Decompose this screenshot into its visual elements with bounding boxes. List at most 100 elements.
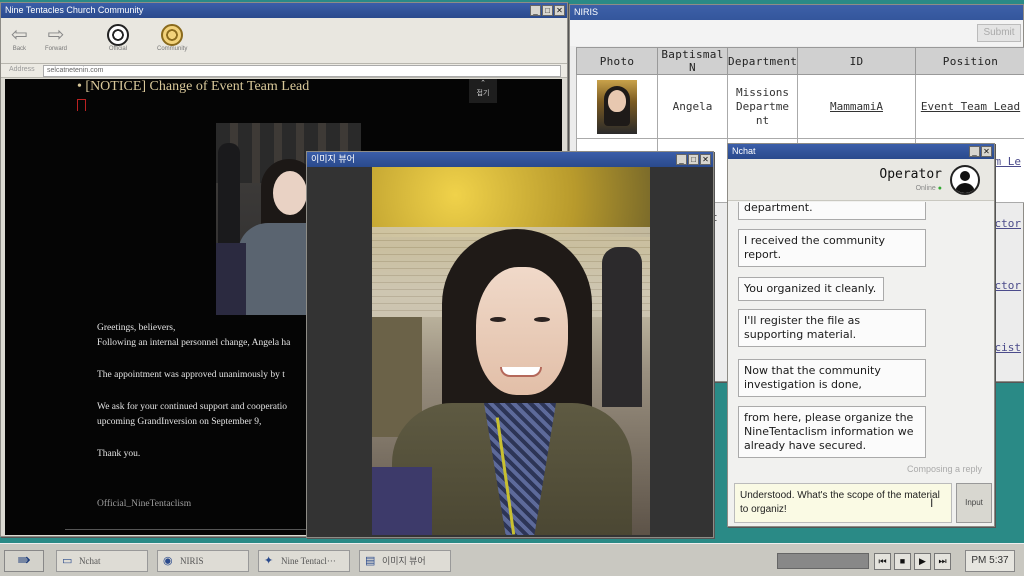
notice-title[interactable]: • [NOTICE] Change of Event Team Lead — [77, 79, 309, 95]
start-tentacle-icon: ⇛ — [17, 552, 31, 569]
browser-toolbar: ⇦ Back ⇨ Forward Official Community — [1, 18, 567, 64]
operator-status-text: Online — [915, 185, 936, 192]
body-line-5: upcoming GrandInversion on September 9, — [97, 417, 262, 427]
minimize-icon[interactable]: _ — [676, 154, 687, 165]
task-label: NIRIS — [180, 556, 204, 566]
community-label: Community — [157, 46, 188, 52]
close-icon[interactable]: ✕ — [554, 5, 565, 16]
member-thumbnail[interactable] — [597, 79, 637, 134]
chat-message: You organized it cleanly. — [738, 277, 884, 301]
globe-icon: ✦ — [264, 555, 274, 567]
submit-button[interactable]: Submit — [977, 24, 1021, 42]
operator-avatar[interactable] — [950, 165, 980, 195]
community-button[interactable]: Community — [157, 24, 187, 52]
community-seal-icon — [161, 24, 184, 46]
niris-toolbar: Submit — [570, 20, 1023, 46]
portrait-photo — [372, 167, 650, 535]
chat-message: I'll register the file as supporting mat… — [738, 309, 926, 347]
col-department[interactable]: Department — [727, 47, 798, 75]
nchat-window[interactable]: Nchat _ ✕ Operator Online ● department. … — [727, 143, 995, 527]
body-line-4: We ask for your continued support and co… — [97, 402, 287, 412]
image-viewer-window[interactable]: 이미지 뷰어 _ □ ✕ — [306, 151, 714, 538]
chat-message: from here, please organize the NineTenta… — [738, 406, 926, 458]
stop-icon[interactable]: ■ — [894, 553, 911, 570]
photo-cell — [576, 74, 658, 139]
chat-message: Now that the community investigation is … — [738, 359, 926, 397]
online-dot-icon: ● — [937, 185, 942, 192]
body-line-3: The appointment was approved unanimously… — [97, 370, 285, 380]
chat-history[interactable]: department. I received the community rep… — [728, 202, 994, 477]
address-input[interactable]: selcatnetenin.com — [43, 65, 561, 77]
task-browser[interactable]: ✦ Nine Tentacl··· — [258, 550, 350, 572]
chevron-up-icon: ⌃ — [480, 80, 486, 87]
minimize-icon[interactable]: _ — [530, 5, 541, 16]
next-icon[interactable]: ⏭ — [934, 553, 951, 570]
notice-title-text: [NOTICE] Change of Event Team Lead — [85, 79, 310, 94]
body-line-6: Thank you. — [97, 449, 141, 459]
fold-label: 접기 — [476, 90, 490, 97]
task-label: Nine Tentacl··· — [281, 556, 336, 566]
window-icon: ▭ — [62, 555, 73, 567]
taskbar-clock: PM 5:37 — [965, 550, 1015, 572]
bookmark-icon[interactable] — [77, 99, 86, 111]
maximize-icon[interactable]: □ — [542, 5, 553, 16]
address-label: Address — [9, 66, 35, 73]
nchat-titlebar[interactable]: Nchat _ ✕ — [728, 144, 994, 159]
previous-icon[interactable]: ⏮ — [874, 553, 891, 570]
chat-header: Operator Online ● — [728, 159, 994, 201]
image-icon: ▤ — [365, 555, 376, 567]
composing-indicator: Composing a reply — [906, 464, 982, 474]
forward-button[interactable]: ⇨ Forward — [45, 24, 67, 52]
col-position[interactable]: Position — [915, 47, 1024, 75]
task-label: 이미지 뷰어 — [382, 556, 426, 566]
col-baptismal-name[interactable]: Baptismal N — [657, 47, 728, 75]
close-icon[interactable]: ✕ — [981, 146, 992, 157]
back-button[interactable]: ⇦ Back — [11, 24, 28, 52]
reply-draft-text: Understood. What's the scope of the mate… — [740, 490, 940, 515]
browser-title: Nine Tentacles Church Community — [5, 5, 144, 15]
id-link[interactable]: MammamiA — [797, 74, 916, 139]
forward-label: Forward — [45, 46, 68, 52]
niris-icon: ◉ — [163, 555, 173, 567]
viewer-canvas — [307, 167, 713, 537]
position-link[interactable]: Event Team Lead — [915, 74, 1024, 139]
table-row[interactable]: Angela Missions Departme nt MammamiA Eve… — [576, 74, 1024, 139]
minimize-icon[interactable]: _ — [969, 146, 980, 157]
col-id[interactable]: ID — [797, 47, 916, 75]
forward-arrow-icon: ⇨ — [47, 24, 65, 46]
task-label: Nchat — [79, 556, 101, 566]
table-header-row: Photo Baptismal N Department ID Position — [576, 47, 1024, 75]
official-label: Official — [108, 46, 128, 52]
task-niris[interactable]: ◉ NIRIS — [157, 550, 249, 572]
text-cursor-icon: I — [930, 496, 934, 510]
fold-button[interactable]: ⌃ 접기 — [469, 79, 497, 103]
back-arrow-icon: ⇦ — [11, 24, 28, 46]
chat-message: I received the community report. — [738, 229, 926, 267]
reply-input[interactable]: Understood. What's the scope of the mate… — [734, 483, 952, 523]
start-button[interactable]: ⇛ — [4, 550, 44, 572]
operator-name: Operator — [879, 167, 942, 182]
viewer-titlebar[interactable]: 이미지 뷰어 _ □ ✕ — [307, 152, 713, 167]
department-text: Missions Departme nt — [736, 85, 789, 127]
body-line-1: Greetings, believers, — [97, 323, 176, 333]
browser-titlebar[interactable]: Nine Tentacles Church Community _ □ ✕ — [1, 3, 567, 18]
department-cell: Missions Departme nt — [727, 74, 798, 139]
official-seal-icon — [107, 24, 129, 46]
body-line-2: Following an internal personnel change, … — [97, 338, 291, 348]
address-bar: Address selcatnetenin.com — [1, 64, 567, 78]
task-image-viewer[interactable]: ▤ 이미지 뷰어 — [359, 550, 451, 572]
close-icon[interactable]: ✕ — [700, 154, 711, 165]
col-photo[interactable]: Photo — [576, 47, 658, 75]
maximize-icon[interactable]: □ — [688, 154, 699, 165]
nchat-title: Nchat — [732, 146, 756, 156]
baptismal-name-cell: Angela — [657, 74, 728, 139]
niris-titlebar[interactable]: NIRIS — [570, 5, 1023, 20]
operator-status: Online ● — [916, 185, 942, 192]
official-button[interactable]: Official — [107, 24, 129, 52]
chat-message: department. — [738, 202, 926, 220]
task-nchat[interactable]: ▭ Nchat — [56, 550, 148, 572]
play-icon[interactable]: ▶ — [914, 553, 931, 570]
media-progress-bar[interactable] — [777, 553, 869, 569]
send-input-button[interactable]: Input — [956, 483, 992, 523]
viewer-title: 이미지 뷰어 — [311, 154, 355, 164]
